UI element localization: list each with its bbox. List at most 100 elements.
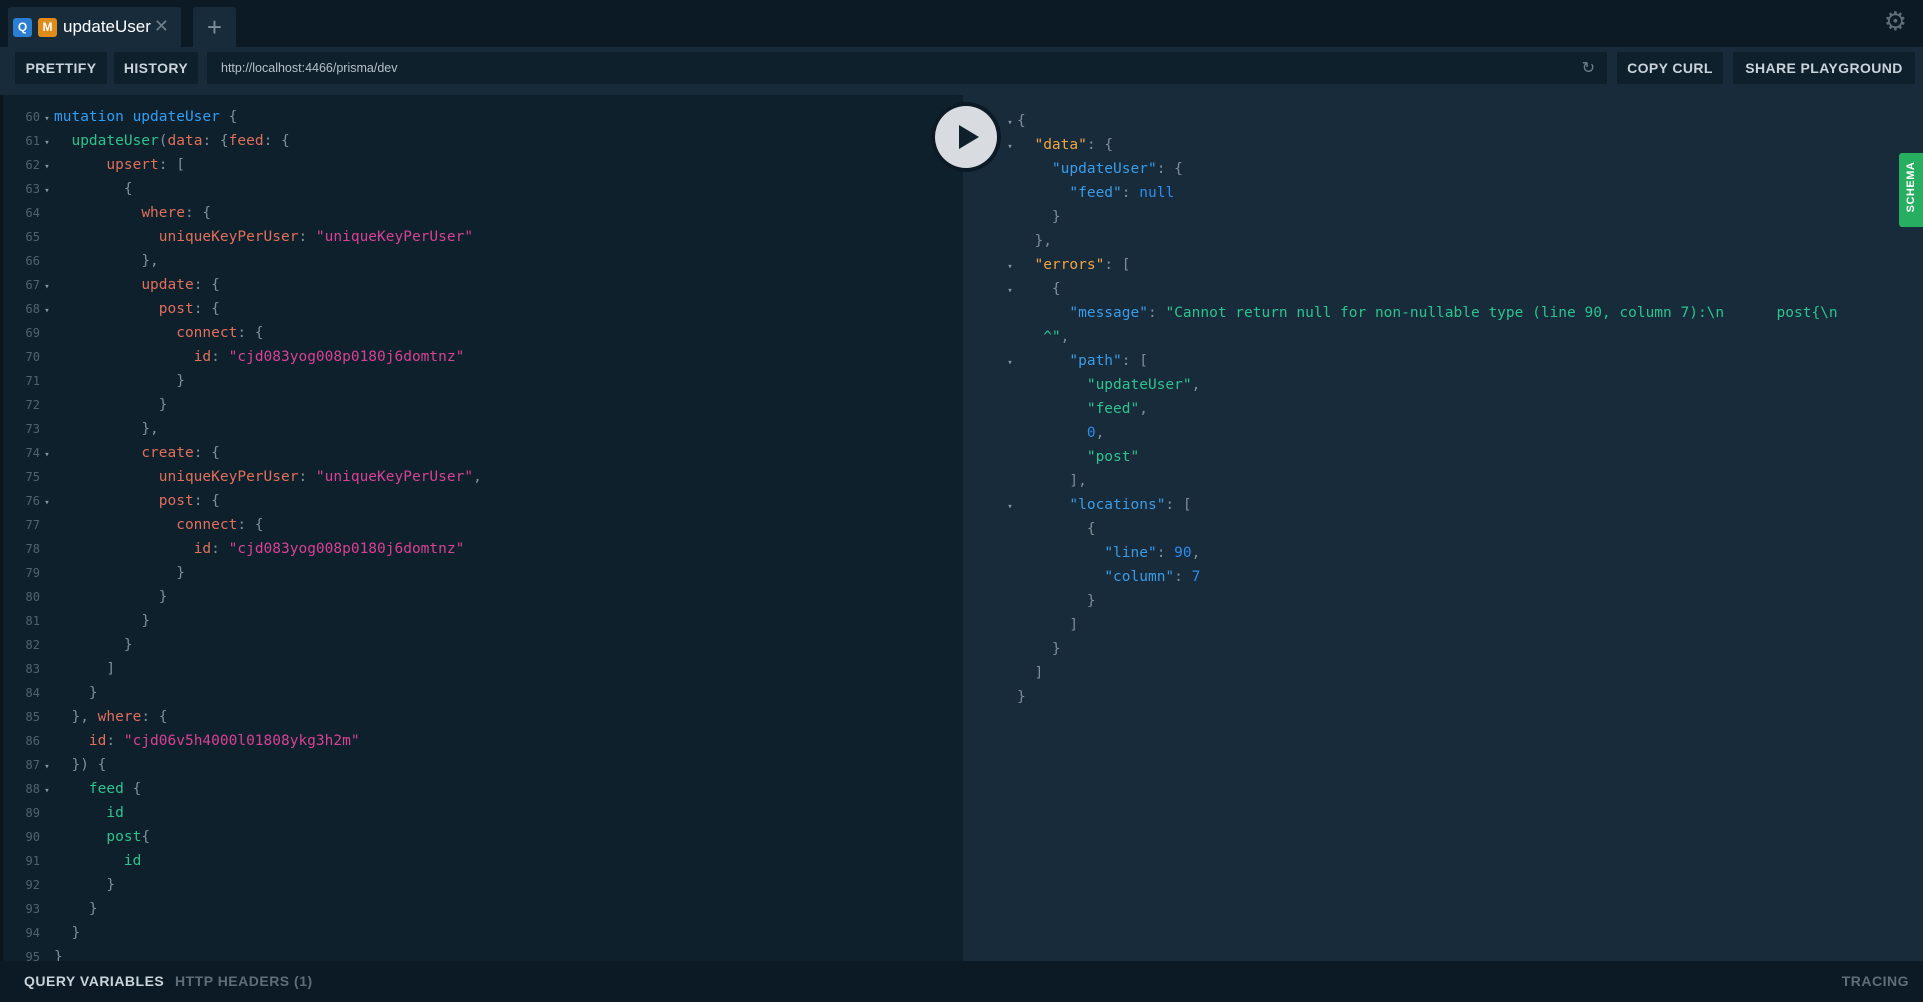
- http-headers-tab[interactable]: HTTP HEADERS (1): [175, 973, 313, 989]
- query-line: 78 id: "cjd083yog008p0180j6domtnz": [0, 537, 465, 561]
- code-token: uniqueKeyPerUser: [158, 229, 299, 245]
- code-token: mutation: [54, 109, 133, 125]
- fold-arrow-icon[interactable]: ▾: [40, 443, 54, 467]
- fold-arrow-icon[interactable]: ▾: [40, 755, 54, 779]
- code-token: },: [1034, 233, 1052, 249]
- toolbar: PRETTIFY HISTORY http://localhost:4466/p…: [0, 47, 1923, 95]
- result-line: "line": 90,: [1003, 541, 1200, 565]
- share-playground-button[interactable]: SHARE PLAYGROUND: [1733, 52, 1915, 84]
- query-line: 92 }: [0, 873, 116, 897]
- schema-tab[interactable]: SCHEMA: [1899, 153, 1923, 227]
- code-token: : {: [1156, 161, 1183, 177]
- code-token: 90: [1174, 545, 1192, 561]
- line-number: 85: [25, 710, 40, 724]
- code-token: null: [1139, 185, 1175, 201]
- line-number: 66: [25, 254, 40, 268]
- tab-title: updateUser: [63, 17, 151, 36]
- code-token: ,: [1060, 329, 1070, 345]
- line-number: 80: [25, 590, 40, 604]
- query-line: 61 ▾ updateUser(data: {feed: {: [0, 129, 290, 153]
- reload-icon[interactable]: ↻: [1582, 58, 1595, 78]
- fold-arrow-icon[interactable]: ▾: [1003, 351, 1017, 375]
- query-variables-tab[interactable]: QUERY VARIABLES: [24, 973, 164, 989]
- code-token: }: [106, 877, 116, 893]
- query-line: 73 },: [0, 417, 159, 441]
- fold-arrow-icon[interactable]: ▾: [40, 107, 54, 131]
- code-token: }: [1086, 593, 1096, 609]
- editor-edge: [0, 95, 3, 961]
- query-line: 89 id: [0, 801, 124, 825]
- line-number: 83: [25, 662, 40, 676]
- line-number: 67: [25, 278, 40, 292]
- line-number: 76: [25, 494, 40, 508]
- copy-curl-button[interactable]: COPY CURL: [1617, 52, 1723, 84]
- code-token: : {: [263, 133, 290, 149]
- fold-arrow-icon[interactable]: ▾: [40, 179, 54, 203]
- code-token: : [: [1104, 257, 1131, 273]
- fold-arrow-icon[interactable]: ▾: [40, 155, 54, 179]
- fold-arrow-icon[interactable]: ▾: [1003, 111, 1017, 135]
- add-tab-button[interactable]: +: [193, 7, 236, 47]
- query-line: 71 }: [0, 369, 185, 393]
- result-line: {: [1003, 517, 1096, 541]
- history-button[interactable]: HISTORY: [114, 52, 198, 84]
- fold-arrow-icon[interactable]: ▾: [40, 299, 54, 323]
- fold-arrow-icon[interactable]: ▾: [1003, 135, 1017, 159]
- line-number: 78: [25, 542, 40, 556]
- fold-arrow-icon[interactable]: ▾: [1003, 279, 1017, 303]
- line-number: 61: [25, 134, 40, 148]
- result-line: "updateUser",: [1003, 373, 1201, 397]
- tab-bar: Q M updateUser ✕ + ⚙: [0, 0, 1923, 47]
- fold-arrow-icon[interactable]: ▾: [40, 275, 54, 299]
- tracing-tab[interactable]: TRACING: [1842, 973, 1909, 989]
- line-number: 73: [25, 422, 40, 436]
- tab-updateuser[interactable]: Q M updateUser ✕: [8, 7, 181, 47]
- code-token: ]: [106, 661, 116, 677]
- code-token: "feed": [1086, 401, 1140, 417]
- code-token: {: [1086, 521, 1096, 537]
- code-token: }: [176, 565, 185, 581]
- code-token: "path": [1069, 353, 1122, 369]
- prettify-button[interactable]: PRETTIFY: [15, 52, 107, 84]
- fold-arrow-icon[interactable]: ▾: [40, 491, 54, 515]
- query-editor[interactable]: 60 ▾ mutation updateUser {61 ▾ updateUser(d…: [0, 95, 963, 965]
- query-line: 62 ▾ upsert: [: [0, 153, 185, 177]
- code-token: }: [1051, 209, 1061, 225]
- code-token: "message": [1069, 305, 1148, 321]
- query-line: 64 where: {: [0, 201, 212, 225]
- code-token: "uniqueKeyPerUser": [315, 229, 474, 245]
- run-button[interactable]: [935, 106, 997, 168]
- close-icon[interactable]: ✕: [154, 16, 169, 37]
- endpoint-url-input[interactable]: http://localhost:4466/prisma/dev ↻: [207, 52, 1607, 84]
- fold-arrow-icon[interactable]: ▾: [1003, 495, 1017, 519]
- play-icon: [959, 125, 979, 149]
- gear-icon[interactable]: ⚙: [1884, 6, 1907, 37]
- fold-arrow-icon[interactable]: ▾: [40, 131, 54, 155]
- code-token: {: [1051, 281, 1061, 297]
- query-line: 68 ▾ post: {: [0, 297, 220, 321]
- fold-arrow-icon[interactable]: ▾: [40, 779, 54, 803]
- code-token: {: [123, 781, 142, 797]
- code-token: },: [141, 253, 159, 269]
- code-token: : {: [193, 301, 220, 317]
- code-token: updateUser: [71, 133, 159, 149]
- line-number: 93: [25, 902, 40, 916]
- query-line: 85 }, where: {: [0, 705, 168, 729]
- fold-arrow-icon[interactable]: ▾: [1003, 255, 1017, 279]
